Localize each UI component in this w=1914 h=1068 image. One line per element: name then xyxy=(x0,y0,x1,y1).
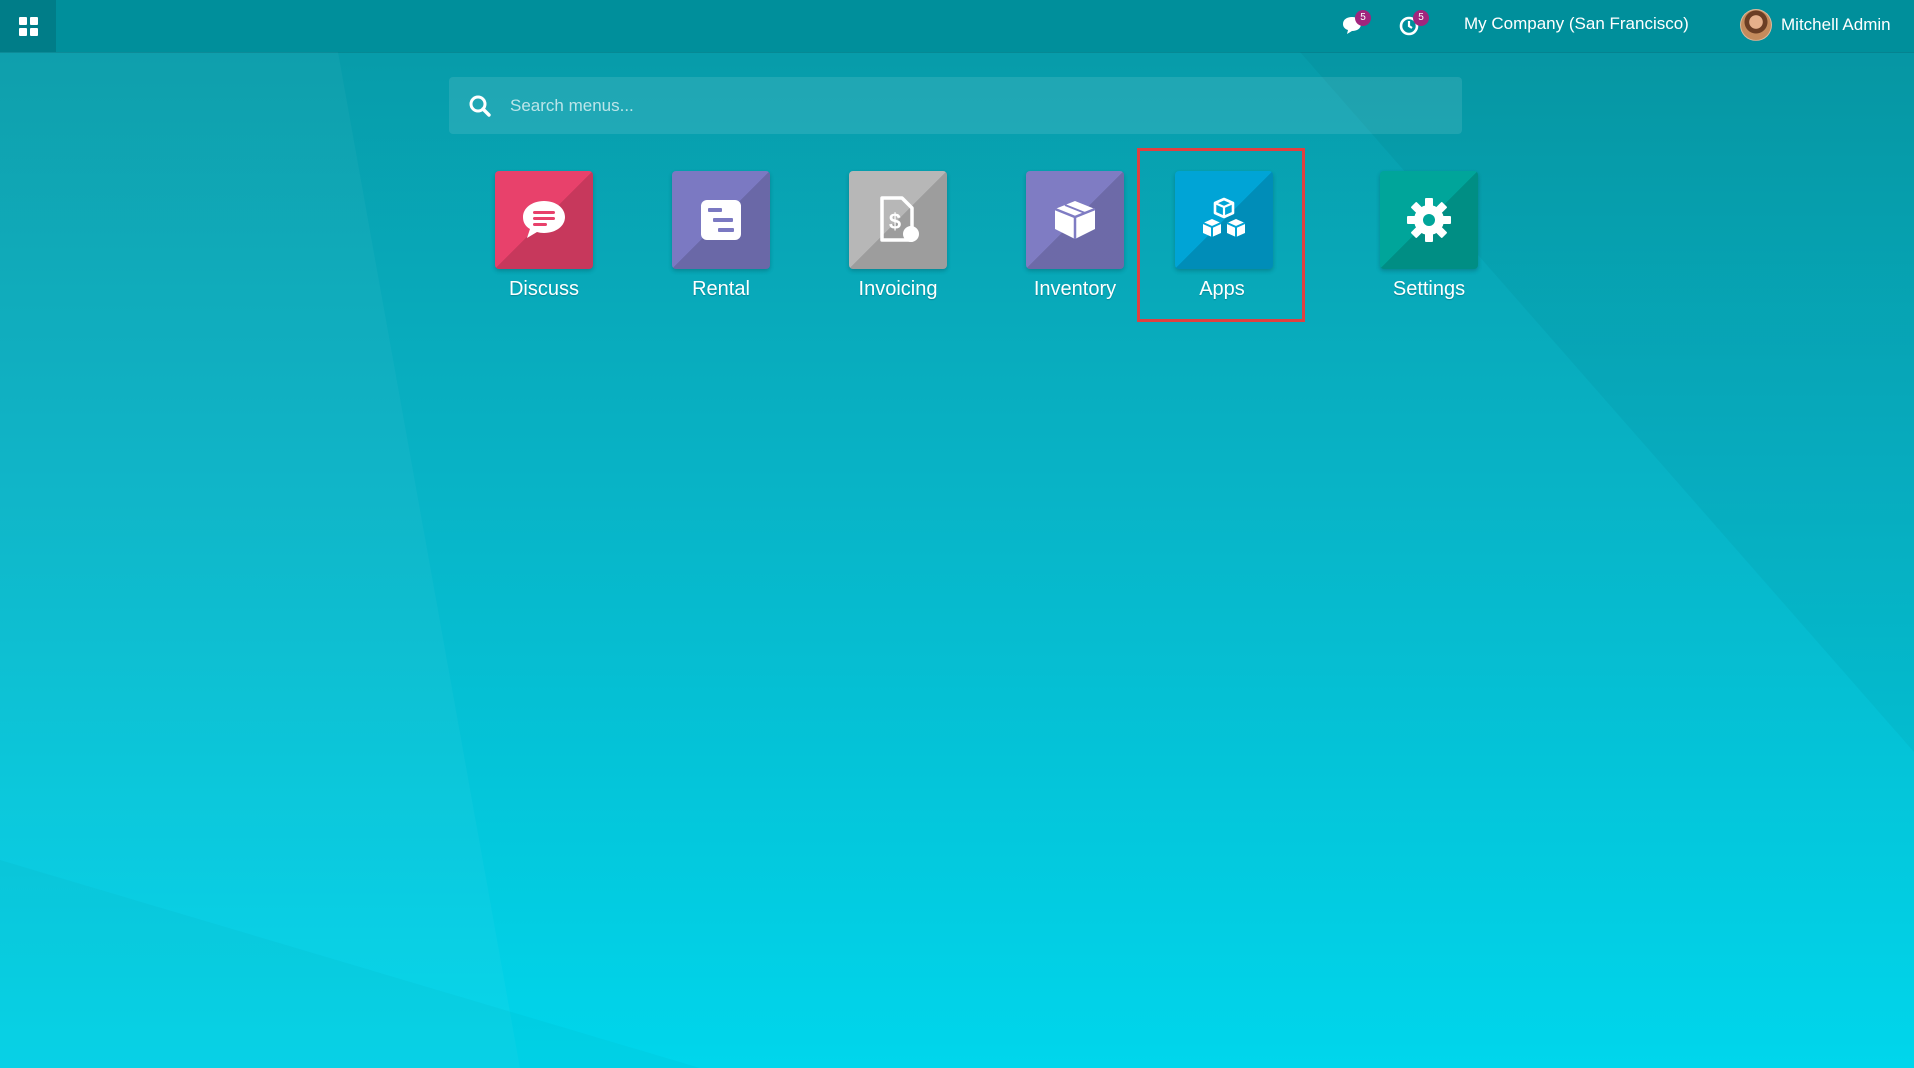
app-label: Invoicing xyxy=(858,278,938,300)
app-discuss[interactable]: Discuss xyxy=(462,152,624,320)
user-menu[interactable]: Mitchell Admin xyxy=(1740,8,1891,42)
apps-grid: Discuss Rental $ Invoicing Inventory App… xyxy=(458,148,1478,322)
home-menu-button[interactable] xyxy=(0,0,56,52)
company-switcher[interactable]: My Company (San Francisco) xyxy=(1464,14,1689,34)
app-apps[interactable]: Apps xyxy=(1137,148,1305,322)
app-rental[interactable]: Rental xyxy=(639,152,801,320)
background-facet xyxy=(0,860,700,1068)
app-label: Apps xyxy=(1199,278,1245,300)
app-icon-tile xyxy=(495,171,593,269)
background-facet xyxy=(0,52,520,1068)
search-bar xyxy=(449,77,1462,134)
top-navbar: 5 5 My Company (San Francisco) Mitchell … xyxy=(0,0,1914,52)
activities-button[interactable]: 5 xyxy=(1397,10,1429,40)
search-input[interactable] xyxy=(508,94,1446,117)
activities-count-badge: 5 xyxy=(1413,10,1429,26)
app-label: Rental xyxy=(692,278,750,300)
app-icon-tile xyxy=(1175,171,1273,269)
user-name: Mitchell Admin xyxy=(1781,15,1891,34)
app-settings[interactable]: Settings xyxy=(1347,152,1509,320)
app-inventory[interactable]: Inventory xyxy=(993,152,1155,320)
search-icon xyxy=(469,95,491,117)
chat-bubble-icon xyxy=(523,201,565,238)
messages-count-badge: 5 xyxy=(1355,10,1371,26)
app-label: Inventory xyxy=(1033,278,1117,300)
svg-text:$: $ xyxy=(889,209,901,234)
app-grid-icon xyxy=(18,16,38,36)
app-label: Settings xyxy=(1392,278,1466,300)
box-icon xyxy=(1054,201,1096,239)
app-icon-tile xyxy=(672,171,770,269)
app-invoicing[interactable]: $ Invoicing xyxy=(816,152,978,320)
invoice-icon: $ xyxy=(880,196,919,242)
cubes-icon xyxy=(1202,197,1246,237)
messages-button[interactable]: 5 xyxy=(1339,10,1371,40)
rental-list-icon xyxy=(701,200,741,240)
app-icon-tile xyxy=(1026,171,1124,269)
app-icon-tile xyxy=(1380,171,1478,269)
avatar xyxy=(1740,9,1772,41)
gear-icon xyxy=(1407,198,1451,242)
app-label: Discuss xyxy=(508,278,579,300)
app-icon-tile: $ xyxy=(849,171,947,269)
